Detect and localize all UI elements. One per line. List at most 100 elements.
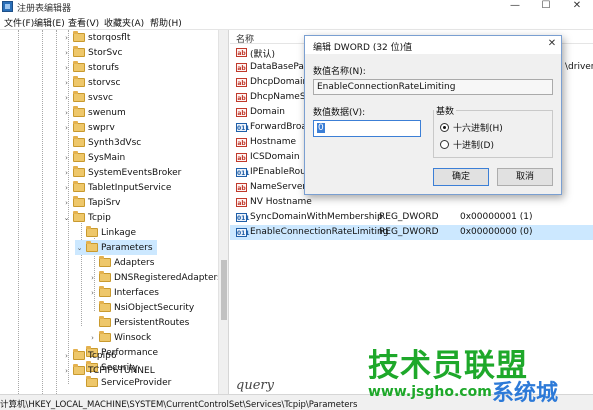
folder-icon (73, 76, 85, 87)
tree-node-label: Tcpip (88, 212, 111, 223)
tree-node-swprv[interactable]: › swprv (62, 120, 115, 135)
tree-expand-toggle[interactable]: › (62, 79, 71, 87)
folder-icon (73, 136, 85, 147)
tree-expand-toggle[interactable]: › (62, 94, 71, 102)
tree-expand-toggle[interactable]: › (62, 49, 71, 57)
menu-file[interactable]: 文件(F) (4, 16, 34, 29)
folder-icon (73, 46, 85, 57)
folder-icon (99, 301, 111, 312)
tree-expand-toggle[interactable]: › (62, 64, 71, 72)
radio-hex-indicator[interactable] (440, 123, 449, 132)
value-data: 0x00000001 (1) (460, 212, 533, 222)
column-name-header[interactable]: 名称 (236, 32, 254, 45)
radio-dec-indicator[interactable] (440, 140, 449, 149)
cancel-button[interactable]: 取消 (497, 168, 553, 186)
value-name-field: EnableConnectionRateLimiting (313, 79, 553, 95)
tree-expand-toggle[interactable]: › (62, 109, 71, 117)
registry-value-row[interactable]: ab NV Hostname (230, 195, 593, 210)
tree-node-tabletinputservice[interactable]: › TabletInputService (62, 180, 171, 195)
tree-node-synth3dvsc[interactable]: Synth3dVsc (62, 135, 141, 150)
folder-icon (99, 331, 111, 342)
tree-node-tcpip6tunnel[interactable]: › TCPIP6TUNNEL (62, 363, 155, 378)
folder-icon (86, 376, 98, 387)
tree-expand-toggle[interactable]: › (62, 154, 71, 162)
tree-node-label: Parameters (101, 242, 153, 253)
tree-expand-toggle[interactable]: ⌄ (75, 244, 84, 252)
tree-node-storvsc[interactable]: › storvsc (62, 75, 120, 90)
tree-node-storufs[interactable]: › storufs (62, 60, 119, 75)
menu-help[interactable]: 帮助(H) (150, 16, 182, 29)
tree-scrollbar-thumb[interactable] (221, 260, 227, 320)
tree-node-label: PersistentRoutes (114, 317, 190, 328)
tree-node-tcpip6[interactable]: › Tcpip6 (62, 348, 117, 363)
string-value-icon: ab (236, 48, 247, 57)
radio-hex[interactable]: 十六进制(H) (440, 121, 503, 134)
tree-expand-toggle[interactable]: › (62, 367, 71, 375)
radio-dec[interactable]: 十进制(D) (440, 138, 494, 151)
dword-value-icon: 011 (236, 228, 250, 237)
tree-node-winsock[interactable]: › Winsock (88, 330, 151, 345)
value-data-input[interactable]: 0 (313, 120, 421, 137)
registry-value-row[interactable]: 011 SyncDomainWithMembership REG_DWORD 0x00… (230, 210, 593, 225)
tree-node-storqosflt[interactable]: › storqosflt (62, 30, 130, 45)
value-data-text: 0 (317, 123, 325, 133)
dialog-close-button[interactable]: ✕ (545, 38, 559, 50)
tree-expand-toggle[interactable]: › (62, 184, 71, 192)
tree-node-nsiobjectsecurity[interactable]: NsiObjectSecurity (88, 300, 194, 315)
tree-node-swenum[interactable]: › swenum (62, 105, 126, 120)
site-watermark: 技术员联盟 www.jsgho.com 系统城 (368, 340, 593, 410)
dialog-title: 编辑 DWORD (32 位)值 (313, 43, 413, 53)
value-name-label: 数值名称(N): (313, 67, 366, 77)
folder-icon (99, 316, 111, 327)
tree-expand-toggle[interactable]: › (88, 289, 97, 297)
folder-icon (73, 31, 85, 42)
tree-node-linkage[interactable]: Linkage (75, 225, 136, 240)
tree-expand-toggle[interactable]: › (62, 169, 71, 177)
tree-expand-toggle[interactable]: › (62, 124, 71, 132)
tree-node-persistentroutes[interactable]: PersistentRoutes (88, 315, 189, 330)
tree-node-adapters[interactable]: Adapters (88, 255, 154, 270)
menu-favorites[interactable]: 收藏夹(A) (104, 16, 144, 29)
tree-node-systemeventsbroker[interactable]: › SystemEventsBroker (62, 165, 181, 180)
tree-node-label: NsiObjectSecurity (114, 302, 195, 313)
tree-node-parameters[interactable]: ⌄ Parameters (75, 240, 157, 255)
registry-key-tree[interactable]: › storqosflt › StorSvc › storufs › storvsc ›… (0, 30, 229, 394)
value-type: REG_DWORD (379, 212, 439, 222)
tree-node-label: DNSRegisteredAdapters (114, 272, 222, 283)
tree-node-storsvc[interactable]: › StorSvc (62, 45, 122, 60)
value-name: DhcpDomain (250, 77, 309, 87)
close-button[interactable]: ✕ (562, 0, 592, 14)
tree-expand-toggle[interactable]: › (88, 334, 97, 342)
menu-view[interactable]: 查看(V) (68, 16, 99, 29)
tree-scrollbar[interactable] (218, 30, 228, 394)
tree-node-tapisrv[interactable]: › TapiSrv (62, 195, 120, 210)
ok-button[interactable]: 确定 (433, 168, 489, 186)
handwritten-annotation: query (236, 378, 274, 393)
tree-node-sysmain[interactable]: › SysMain (62, 150, 125, 165)
tree-expand-toggle[interactable]: › (62, 34, 71, 42)
tree-node-svsvc[interactable]: › svsvc (62, 90, 113, 105)
tree-node-label: SysMain (88, 152, 126, 163)
folder-icon (73, 151, 85, 162)
tree-expand-toggle[interactable]: › (88, 274, 97, 282)
registry-value-row[interactable]: 011 EnableConnectionRateLimiting REG_DWORD… (230, 225, 593, 240)
maximize-button[interactable]: ☐ (531, 0, 561, 14)
tree-node-label: TapiSrv (88, 197, 121, 208)
minimize-button[interactable]: — (500, 0, 530, 14)
tree-node-label: storqosflt (88, 32, 131, 43)
watermark-url: www.jsgho.com (368, 384, 492, 400)
tree-node-label: storufs (88, 62, 119, 73)
menu-edit[interactable]: 编辑(E) (34, 16, 65, 29)
tree-node-interfaces[interactable]: › Interfaces (88, 285, 159, 300)
radio-dec-label: 十进制(D) (453, 141, 494, 151)
tree-expand-toggle[interactable]: ⌄ (62, 214, 71, 222)
tree-node-label: Synth3dVsc (88, 137, 142, 148)
tree-node-dnsregisteredadapters[interactable]: › DNSRegisteredAdapters (88, 270, 222, 285)
tree-expand-toggle[interactable]: › (62, 352, 71, 360)
tree-node-tcpip[interactable]: ⌄ Tcpip (62, 210, 111, 225)
tree-node-label: TCPIP6TUNNEL (88, 365, 155, 376)
tree-expand-toggle[interactable]: › (62, 199, 71, 207)
folder-icon (73, 181, 85, 192)
tree-node-label: Adapters (114, 257, 155, 268)
value-data-label: 数值数据(V): (313, 108, 366, 118)
